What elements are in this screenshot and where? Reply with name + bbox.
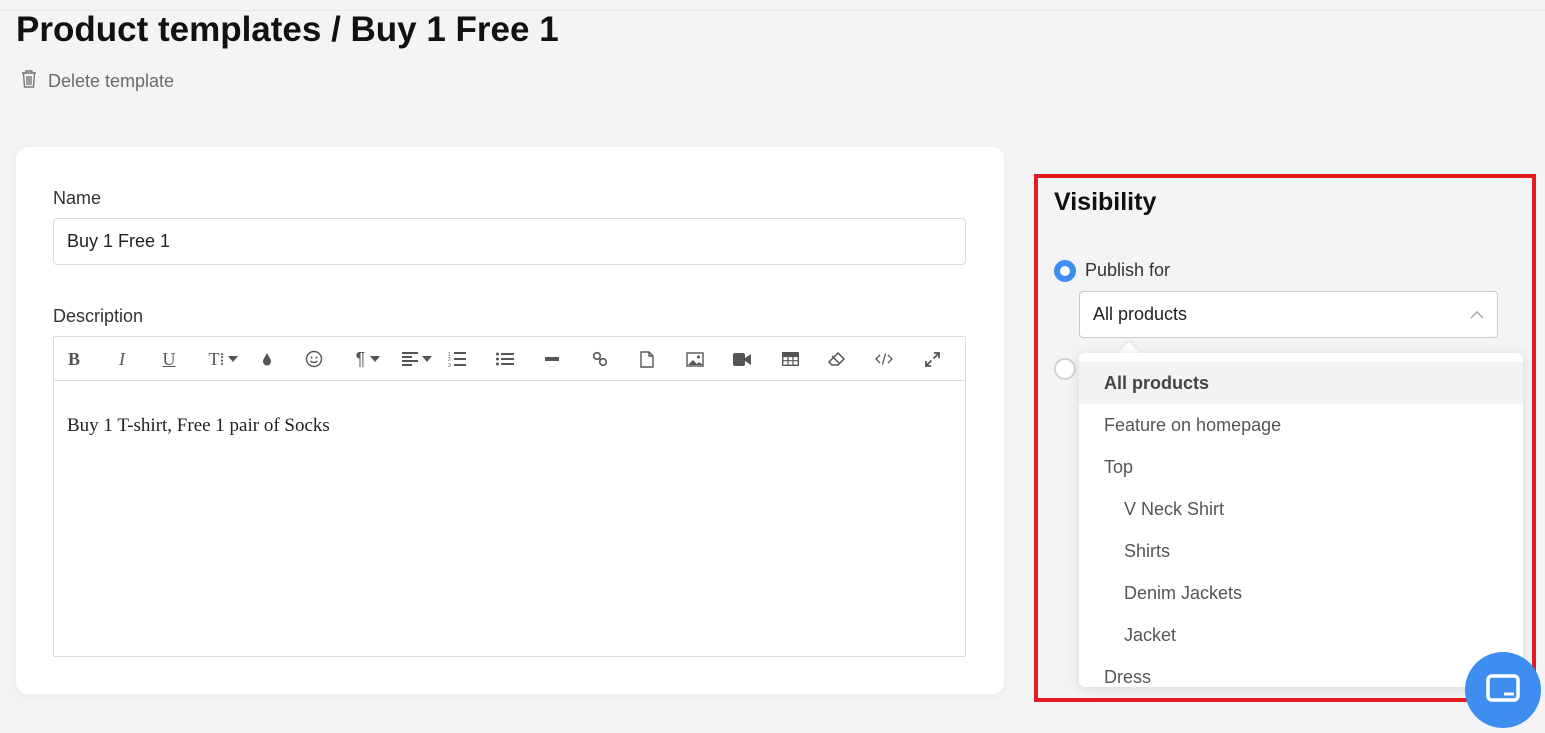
visibility-panel: Visibility Publish for All products All … — [1034, 174, 1536, 702]
editor-toolbar: B I U T⁞ ¶ 123 — [54, 337, 965, 381]
publish-for-radio[interactable] — [1054, 260, 1076, 282]
chevron-down-icon — [370, 356, 381, 362]
select-value: All products — [1093, 304, 1188, 324]
paragraph-format-icon: ¶ — [355, 348, 366, 369]
delete-template-button[interactable]: Delete template — [20, 68, 174, 94]
font-size-icon: T⁞ — [208, 348, 225, 369]
svg-text:3: 3 — [448, 363, 451, 367]
option-label: Feature on homepage — [1104, 414, 1282, 435]
font-size-button[interactable]: T⁞ — [200, 337, 246, 381]
table-button[interactable] — [776, 337, 804, 381]
page-title: Product templates / Buy 1 Free 1 — [16, 10, 559, 49]
dropdown-option[interactable]: Jacket — [1079, 614, 1523, 656]
dropdown-option[interactable]: All products — [1079, 362, 1523, 404]
video-button[interactable] — [728, 337, 756, 381]
dropdown-option[interactable]: Top — [1079, 446, 1523, 488]
publish-for-label: Publish for — [1085, 260, 1171, 280]
chevron-down-icon — [227, 356, 238, 362]
editor-content[interactable]: Buy 1 T-shirt, Free 1 pair of Socks — [54, 381, 965, 437]
option-label: Top — [1104, 456, 1134, 477]
video-icon — [733, 352, 751, 366]
table-icon — [781, 352, 799, 366]
option-label: Denim Jackets — [1124, 582, 1243, 603]
text-color-icon — [263, 353, 271, 366]
align-icon — [402, 352, 418, 366]
unordered-list-icon — [496, 352, 514, 366]
file-button[interactable] — [633, 337, 661, 381]
option-label: V Neck Shirt — [1124, 498, 1225, 519]
chat-icon — [1486, 674, 1520, 702]
link-icon — [592, 351, 608, 367]
horizontal-line-icon — [545, 357, 559, 361]
emoji-icon — [305, 350, 323, 368]
image-icon — [686, 351, 704, 367]
fullscreen-button[interactable] — [918, 337, 946, 381]
italic-icon: I — [119, 348, 125, 369]
dropdown-option[interactable]: Denim Jackets — [1079, 572, 1523, 614]
delete-template-label: Delete template — [48, 70, 175, 91]
italic-button[interactable]: I — [108, 337, 136, 381]
dropdown-option[interactable]: Dress — [1079, 656, 1523, 687]
dropdown-option[interactable]: V Neck Shirt — [1079, 488, 1523, 530]
option-label: Jacket — [1124, 624, 1177, 645]
emoji-button[interactable] — [300, 337, 328, 381]
bold-button[interactable]: B — [60, 337, 88, 381]
ordered-list-icon: 123 — [448, 352, 466, 367]
description-text: Buy 1 T-shirt, Free 1 pair of Socks — [67, 415, 330, 436]
second-visibility-radio[interactable] — [1054, 358, 1076, 380]
clear-formatting-button[interactable] — [823, 337, 851, 381]
ordered-list-button[interactable]: 123 — [443, 337, 471, 381]
publish-for-dropdown: All products Feature on homepage Top V N… — [1079, 353, 1523, 687]
underline-icon: U — [162, 348, 176, 369]
template-form-card: Name Description B I U T⁞ ¶ — [16, 147, 1004, 694]
link-button[interactable] — [586, 337, 614, 381]
description-editor: B I U T⁞ ¶ 123 Buy 1 T-shirt, Free 1 pai… — [53, 336, 966, 657]
paragraph-format-button[interactable]: ¶ — [348, 337, 388, 381]
code-view-button[interactable] — [870, 337, 898, 381]
visibility-title: Visibility — [1054, 188, 1157, 216]
underline-button[interactable]: U — [155, 337, 183, 381]
description-label: Description — [53, 306, 144, 326]
name-input[interactable] — [53, 218, 966, 265]
dropdown-option[interactable]: Feature on homepage — [1079, 404, 1523, 446]
file-icon — [640, 350, 654, 368]
fullscreen-icon — [924, 351, 940, 367]
option-label: Shirts — [1124, 540, 1171, 561]
option-label: Dress — [1104, 666, 1152, 687]
name-label: Name — [53, 188, 102, 208]
option-label: All products — [1104, 372, 1210, 393]
code-view-icon — [875, 353, 893, 365]
text-color-button[interactable] — [253, 337, 281, 381]
unordered-list-button[interactable] — [491, 337, 519, 381]
horizontal-line-button[interactable] — [538, 337, 566, 381]
bold-icon: B — [67, 348, 80, 369]
dropdown-option[interactable]: Shirts — [1079, 530, 1523, 572]
clear-formatting-icon — [828, 352, 846, 366]
chevron-down-icon — [422, 356, 432, 362]
align-button[interactable] — [397, 337, 437, 381]
publish-for-select[interactable]: All products — [1079, 291, 1498, 338]
trash-icon — [20, 69, 38, 94]
chat-launcher-button[interactable] — [1465, 652, 1541, 728]
chevron-up-icon — [1470, 310, 1484, 319]
image-button[interactable] — [681, 337, 709, 381]
